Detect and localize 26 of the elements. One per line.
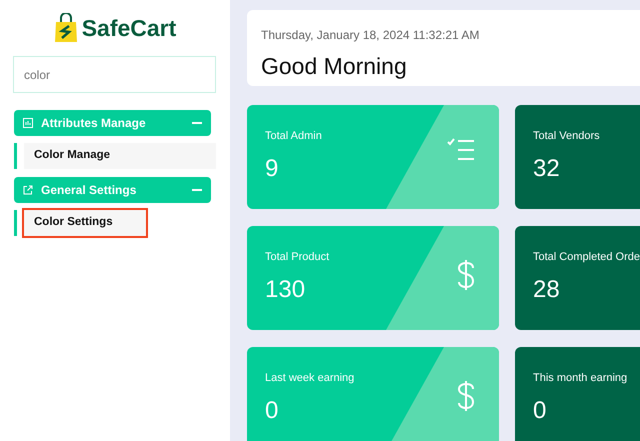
- stat-value: 32: [533, 154, 560, 184]
- dollar-icon: [457, 380, 475, 412]
- stat-label: This month earning: [533, 371, 628, 386]
- external-link-icon: [23, 185, 33, 195]
- greeting-heading: Good Morning: [261, 52, 408, 81]
- dollar-icon: [457, 259, 475, 291]
- stat-label: Total Completed Orde: [533, 250, 640, 265]
- stat-value: 130: [265, 274, 306, 304]
- menu-group-label: General Settings: [41, 182, 138, 199]
- menu-item[interactable]: Color Settings: [24, 210, 146, 236]
- datetime-text: Thursday, January 18, 2024 11:32:21 AM: [261, 27, 480, 44]
- stat-value: 0: [265, 396, 278, 426]
- menu-item[interactable]: Color Manage: [24, 143, 216, 169]
- logo-text: SafeCart: [82, 14, 176, 43]
- stat-label: Total Product: [265, 250, 330, 265]
- search-field[interactable]: color: [13, 56, 216, 93]
- stat-label: Total Vendors: [533, 129, 600, 144]
- checklist-icon: [447, 138, 475, 162]
- stat-value: 0: [533, 396, 546, 426]
- stat-label: Last week earning: [265, 371, 354, 386]
- menu-group-label: Attributes Manage: [41, 115, 147, 132]
- chart-icon: [23, 118, 33, 128]
- stat-value: 28: [533, 274, 560, 304]
- stat-label: Total Admin: [265, 129, 322, 144]
- stat-value: 9: [265, 154, 278, 184]
- shopping-bag-icon: [54, 13, 78, 43]
